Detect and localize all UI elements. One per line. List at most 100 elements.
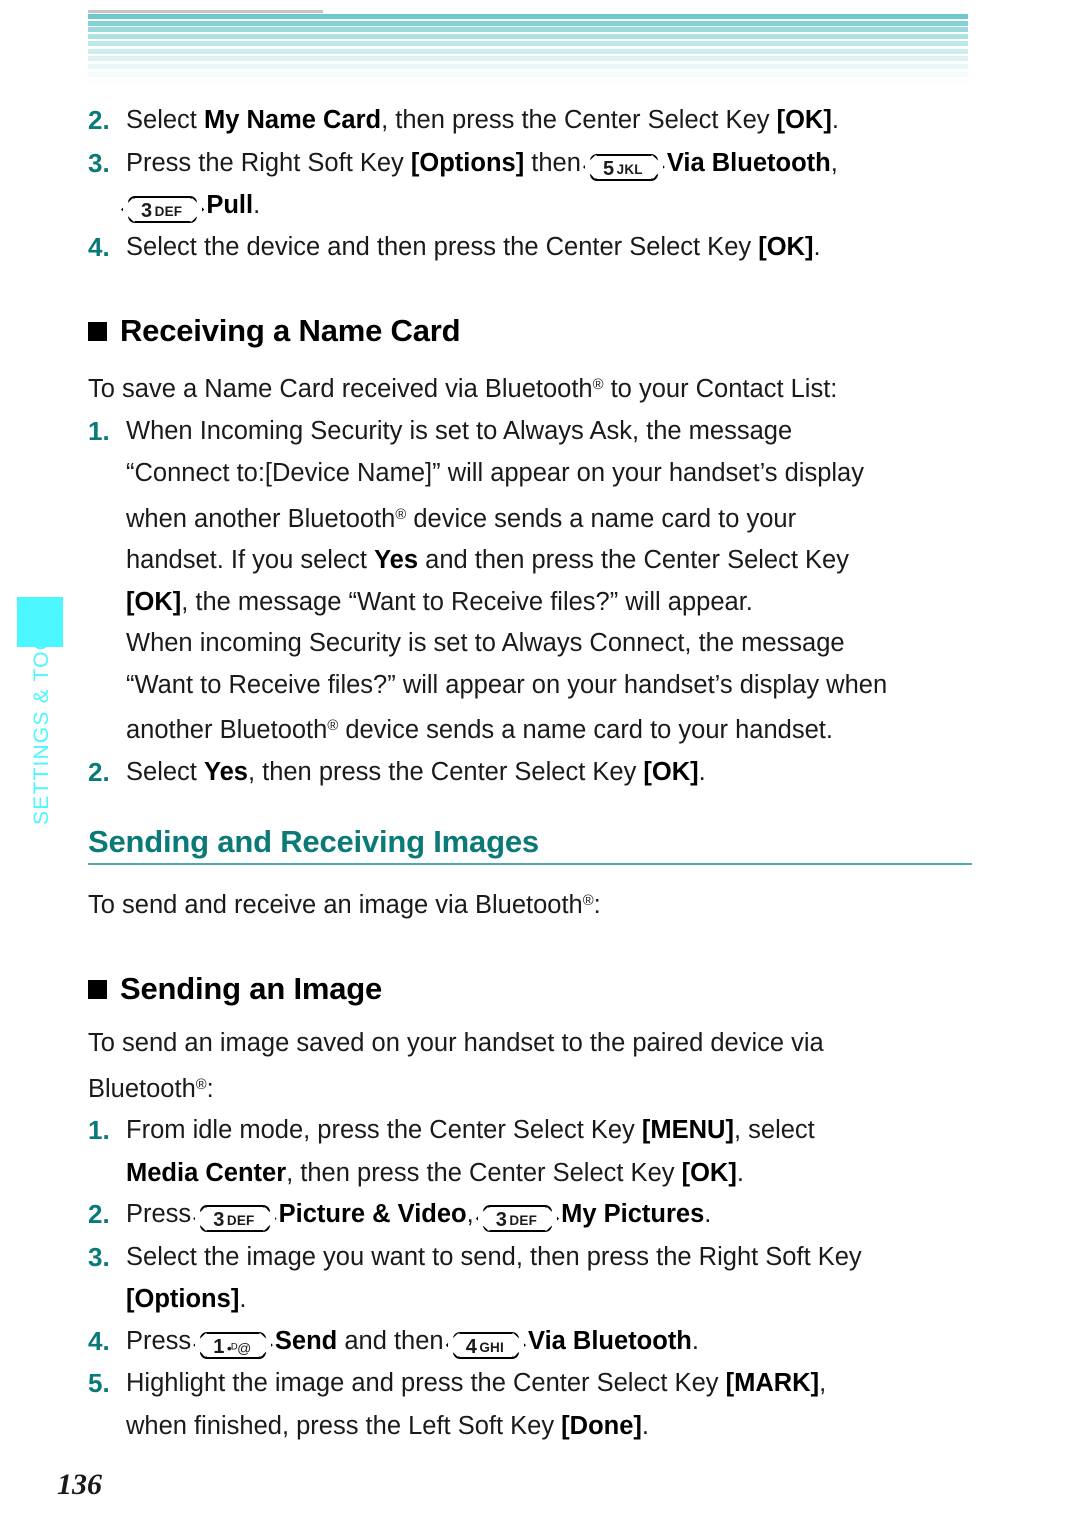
emphasis-text: [OK]	[643, 757, 699, 786]
step-number: 5.	[88, 1368, 110, 1399]
numbered-step: 1. From idle mode, press the Center Selec…	[88, 1110, 972, 1152]
body-text: , select	[733, 1116, 815, 1145]
body-text: When Incoming Security is set to Always …	[126, 416, 793, 445]
emphasis-text: Via Bluetooth	[666, 148, 831, 177]
body-text: and then press the Center Select Key	[418, 546, 849, 575]
header-stripe	[88, 34, 968, 40]
section-tab-label: SETTINGS & TOOLS	[30, 604, 53, 825]
body-text: :	[593, 891, 601, 920]
registered-trademark-symbol: ®	[582, 893, 594, 910]
body-text: , the message “Want to Receive files?” w…	[181, 587, 753, 616]
body-text: .	[698, 757, 706, 786]
square-bullet-icon	[88, 979, 107, 999]
phone-key-1-icon: 1 •ᴰ@	[200, 1331, 266, 1359]
body-text: device sends a name card to your handset…	[338, 716, 833, 745]
step-number: 2.	[88, 1199, 110, 1230]
step-number: 2.	[88, 105, 110, 135]
emphasis-text: Media Center	[126, 1158, 287, 1187]
step-text: Select My Name Card, then press the Cent…	[126, 100, 972, 142]
header-stripe	[88, 20, 968, 26]
step-text: From idle mode, press the Center Select …	[126, 1110, 972, 1152]
body-text: Press	[126, 1200, 199, 1229]
header-stripe	[88, 41, 968, 47]
body-text	[521, 1327, 528, 1355]
top-steps-list: 2. Select My Name Card, then press the Ce…	[88, 100, 972, 268]
heading-text: Sending an Image	[120, 971, 383, 1006]
header-stripe	[88, 14, 968, 19]
step-text: Press 1 •ᴰ@ Send and then 4 GHI Via Blueto…	[126, 1321, 972, 1363]
body-text: device sends a name card to your	[406, 504, 797, 533]
emphasis-text: Via Bluetooth	[528, 1326, 692, 1355]
header-stripe	[88, 48, 968, 54]
body-text	[268, 1327, 275, 1355]
body-text: , then press the Center Select Key	[381, 106, 777, 134]
registered-trademark-symbol: ®	[327, 718, 339, 735]
emphasis-text: Yes	[203, 757, 248, 786]
body-text: Select	[126, 106, 204, 134]
body-text: To send and receive an image via Bluetoo…	[88, 891, 583, 920]
step-continuation-line: when finished, press the Left Soft Key […	[126, 1406, 972, 1448]
body-text: when another Bluetooth	[126, 504, 396, 533]
body-text: To save a Name Card received via Bluetoo…	[88, 375, 593, 404]
body-text: handset. If you select	[126, 546, 375, 575]
step-number: 1.	[88, 1115, 110, 1146]
step-number: 4.	[88, 231, 110, 262]
heading-sending-and-receiving-images: Sending and Receiving Images	[88, 824, 539, 860]
body-text: Press	[126, 1326, 199, 1355]
emphasis-text: [OK]	[681, 1158, 737, 1187]
heading-receiving-a-name-card: Receiving a Name Card	[88, 313, 972, 349]
body-text: to your Contact List:	[603, 375, 838, 404]
step-continuation-line: [OK], the message “Want to Receive files…	[126, 582, 972, 624]
phone-key-3-icon: 3 DEF	[128, 196, 198, 223]
body-text: .	[691, 1326, 699, 1355]
emphasis-text: [Done]	[561, 1411, 642, 1440]
step-number: 1.	[88, 415, 110, 446]
sending-image-intro: To send an image saved on your handset t…	[88, 1023, 972, 1110]
emphasis-text: [MENU]	[641, 1116, 734, 1145]
header-decorative-stripes	[88, 10, 968, 82]
step-continuation-line: handset. If you select Yes and then pres…	[126, 540, 972, 582]
step-continuation-line: [Options].	[126, 1279, 972, 1321]
body-text: then	[524, 148, 589, 177]
step-text: Press the Right Soft Key [Options] then …	[126, 143, 972, 185]
body-text: :	[206, 1074, 214, 1103]
header-top-rule	[88, 10, 323, 13]
step-continuation-line: “Want to Receive files?” will appear on …	[126, 665, 972, 707]
sending-receiving-intro-paragraph: To send and receive an image via Bluetoo…	[88, 881, 972, 927]
body-text: Select the device and then press the Cen…	[126, 232, 759, 261]
body-text: When incoming Security is set to Always …	[126, 629, 845, 658]
emphasis-text: [OK]	[776, 106, 832, 134]
step-continuation-line: when another Bluetooth® device sends a n…	[126, 495, 972, 541]
step-continuation-line: When incoming Security is set to Always …	[126, 623, 972, 665]
body-text: .	[831, 106, 839, 134]
page-number: 136	[57, 1468, 102, 1501]
heading-sending-an-image: Sending an Image	[88, 971, 972, 1007]
step-number: 4.	[88, 1325, 110, 1356]
step-text: Select Yes, then press the Center Select…	[126, 752, 972, 794]
emphasis-text: Send	[274, 1326, 338, 1355]
step-number: 2.	[88, 756, 110, 787]
emphasis-text: [Options]	[410, 148, 525, 177]
body-text: , then press the Center Select Key	[286, 1158, 682, 1187]
body-text: ,	[466, 1200, 481, 1229]
body-text: To send an image saved on your handset t…	[88, 1029, 824, 1057]
body-text: Select	[126, 757, 204, 786]
body-text: , then press the Center Select Key	[247, 757, 644, 786]
body-text: “Want to Receive files?” will appear on …	[126, 670, 888, 699]
numbered-step: 3. Select the image you want to send, the…	[88, 1237, 972, 1279]
phone-key-4-icon: 4 GHI	[452, 1331, 519, 1359]
step-continuation-line: 3 DEF Pull.	[126, 185, 972, 227]
page-content: 2. Select My Name Card, then press the Ce…	[88, 100, 972, 1447]
body-text: .	[736, 1158, 744, 1187]
body-text: .	[813, 232, 821, 261]
intro-line: To send an image saved on your handset t…	[88, 1023, 972, 1065]
emphasis-text: Picture & Video	[278, 1200, 467, 1229]
heading-text: Receiving a Name Card	[120, 313, 461, 348]
square-bullet-icon	[88, 321, 107, 341]
numbered-step: 1. When Incoming Security is set to Alway…	[88, 411, 972, 453]
body-text	[272, 1200, 279, 1228]
